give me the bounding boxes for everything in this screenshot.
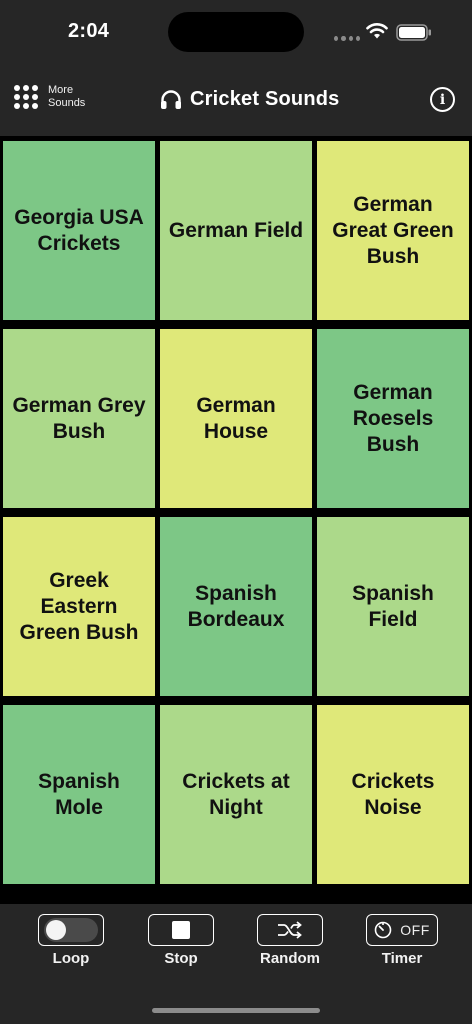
sound-tile-german-field[interactable]: German Field — [160, 141, 312, 320]
bottom-controls: Loop Stop Random OFF Timer — [0, 904, 472, 1024]
wifi-icon — [366, 23, 388, 39]
status-time: 2:04 — [68, 20, 110, 42]
sound-grid: Georgia USA Crickets German Field German… — [3, 141, 469, 884]
loop-button[interactable]: Loop — [38, 914, 104, 967]
loop-label: Loop — [52, 950, 90, 967]
sound-tile-crickets-at-night[interactable]: Crickets at Night — [160, 705, 312, 884]
sound-tile-german-house[interactable]: German House — [160, 329, 312, 508]
cellular-signal-icon — [334, 35, 360, 41]
sound-tile-crickets-noise[interactable]: Crickets Noise — [317, 705, 469, 884]
sound-tile-spanish-field[interactable]: Spanish Field — [317, 517, 469, 696]
grid-dots-icon — [14, 85, 38, 109]
dynamic-island — [168, 12, 304, 52]
timer-button[interactable]: OFF Timer — [366, 914, 438, 967]
timer-label: Timer — [381, 950, 423, 967]
app-title: Cricket Sounds — [160, 88, 340, 111]
info-icon[interactable]: i — [430, 87, 455, 112]
sound-tile-spanish-mole[interactable]: Spanish Mole — [3, 705, 155, 884]
stop-button[interactable]: Stop — [148, 914, 214, 967]
headphones-icon — [161, 89, 181, 109]
loop-toggle-box[interactable] — [38, 914, 104, 946]
sound-tile-german-grey-bush[interactable]: German Grey Bush — [3, 329, 155, 508]
sound-tile-georgia-usa-crickets[interactable]: Georgia USA Crickets — [3, 141, 155, 320]
battery-icon — [396, 24, 431, 41]
top-bar: 2:04 More Sounds Cricket Sounds i — [0, 0, 472, 136]
shuffle-icon — [278, 921, 302, 939]
home-indicator[interactable] — [152, 1008, 320, 1013]
title-text: Cricket Sounds — [190, 88, 340, 110]
timer-state: OFF — [400, 922, 430, 938]
random-button[interactable]: Random — [257, 914, 323, 967]
timer-icon — [374, 921, 392, 939]
more-sounds-button[interactable]: More Sounds — [14, 84, 96, 110]
timer-box[interactable]: OFF — [366, 914, 438, 946]
stop-label: Stop — [164, 950, 198, 967]
toggle-knob — [46, 920, 66, 940]
app-screen: 2:04 More Sounds Cricket Sounds i Georgi… — [0, 0, 472, 1024]
random-label: Random — [260, 950, 320, 967]
loop-toggle[interactable] — [44, 918, 98, 942]
sound-tile-spanish-bordeaux[interactable]: Spanish Bordeaux — [160, 517, 312, 696]
more-sounds-label: More Sounds — [48, 84, 86, 109]
sound-tile-german-great-green-bush[interactable]: German Great Green Bush — [317, 141, 469, 320]
stop-box[interactable] — [148, 914, 214, 946]
random-box[interactable] — [257, 914, 323, 946]
sound-tile-german-roesels-bush[interactable]: German Roesels Bush — [317, 329, 469, 508]
stop-icon — [172, 921, 190, 939]
sound-tile-greek-eastern-green-bush[interactable]: Greek Eastern Green Bush — [3, 517, 155, 696]
